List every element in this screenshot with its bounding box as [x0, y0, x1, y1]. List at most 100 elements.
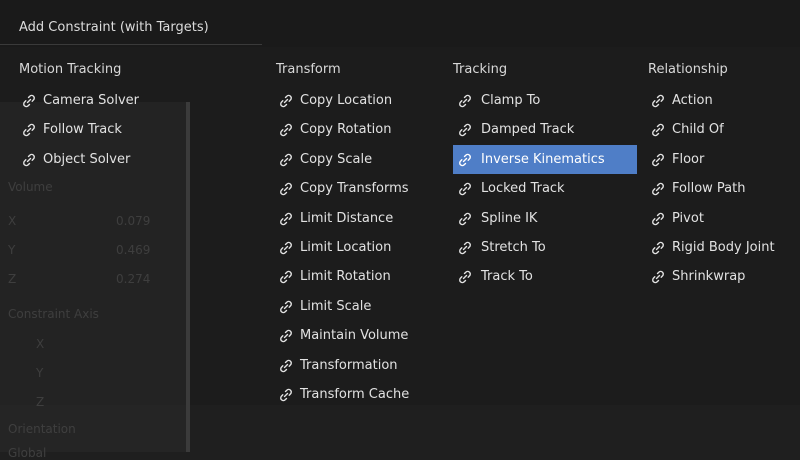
menu-item-label: Transform Cache	[300, 386, 410, 402]
bg-label: Global	[8, 446, 47, 460]
menu-item-child-of[interactable]: Child Of	[648, 115, 798, 144]
menu-item-copy-scale[interactable]: Copy Scale	[276, 145, 436, 174]
menu-item-label: Limit Scale	[300, 298, 372, 314]
menu-item-limit-location[interactable]: Limit Location	[276, 233, 436, 262]
constraint-link-icon	[280, 212, 292, 225]
menu-item-locked-track[interactable]: Locked Track	[453, 174, 637, 203]
constraint-link-icon	[280, 359, 292, 372]
menu-item-label: Floor	[672, 151, 705, 167]
menu-item-maintain-volume[interactable]: Maintain Volume	[276, 321, 436, 350]
menu-item-limit-rotation[interactable]: Limit Rotation	[276, 262, 436, 291]
column-relationship: Relationship Action Child Of Floor Follo…	[648, 57, 798, 292]
bg-label: 0.079	[116, 214, 151, 228]
menu-title: Add Constraint (with Targets)	[0, 8, 262, 45]
menu-item-copy-rotation[interactable]: Copy Rotation	[276, 115, 436, 144]
constraint-link-icon	[23, 124, 35, 137]
menu-item-object-solver[interactable]: Object Solver	[19, 145, 249, 174]
constraint-link-icon	[280, 388, 292, 402]
column-motion-tracking: Motion Tracking Camera Solver Follow Tra…	[19, 57, 249, 174]
menu-item-camera-solver[interactable]: Camera Solver	[19, 86, 249, 115]
bg-label: X	[8, 214, 17, 228]
constraint-link-icon	[459, 241, 471, 255]
constraint-link-icon	[280, 153, 292, 167]
menu-item-label: Copy Rotation	[300, 122, 392, 138]
menu-header: Add Constraint (with Targets)	[0, 0, 800, 47]
constraint-link-icon	[459, 182, 471, 196]
menu-item-label: Camera Solver	[43, 93, 140, 108]
constraint-link-icon	[280, 329, 292, 343]
menu-item-stretch-to[interactable]: Stretch To	[453, 233, 637, 262]
constraint-link-icon	[652, 153, 664, 167]
menu-item-clamp-to[interactable]: Clamp To	[453, 86, 637, 115]
menu-item-inverse-kinematics[interactable]: Inverse Kinematics	[453, 144, 637, 175]
column-tracking: Tracking Clamp To Damped Track Inverse K…	[453, 57, 637, 292]
menu-item-shrinkwrap[interactable]: Shrinkwrap	[648, 262, 798, 291]
menu-item-label: Track To	[481, 269, 533, 285]
bg-label: Volume	[8, 180, 53, 194]
menu-item-rigid-body-joint[interactable]: Rigid Body Joint	[648, 233, 798, 262]
column-heading: Tracking	[453, 62, 508, 77]
menu-item-label: Limit Location	[300, 239, 392, 255]
menu-item-track-to[interactable]: Track To	[453, 262, 637, 291]
constraint-link-icon	[459, 271, 471, 284]
menu-item-spline-ik[interactable]: Spline IK	[453, 204, 637, 233]
menu-item-label: Follow Path	[672, 181, 746, 197]
column-heading: Motion Tracking	[19, 62, 122, 77]
menu-item-label: Maintain Volume	[300, 328, 409, 344]
constraint-link-icon	[459, 124, 471, 137]
constraint-link-icon	[652, 241, 664, 255]
menu-item-label: Inverse Kinematics	[481, 151, 605, 167]
menu-item-copy-location[interactable]: Copy Location	[276, 86, 436, 115]
menu-item-label: Copy Transforms	[300, 181, 409, 197]
constraint-link-icon	[459, 153, 471, 167]
bg-label: 0.274	[116, 272, 151, 286]
menu-item-label: Copy Scale	[300, 151, 373, 167]
constraint-link-icon	[652, 212, 664, 225]
constraint-link-icon	[459, 212, 471, 225]
constraint-link-icon	[652, 182, 664, 196]
menu-item-label: Action	[672, 93, 713, 108]
menu-item-action[interactable]: Action	[648, 86, 798, 115]
constraint-link-icon	[280, 124, 292, 137]
bg-label: Z	[36, 395, 45, 409]
constraint-link-icon	[280, 94, 292, 108]
bg-label: 0.469	[116, 243, 151, 257]
menu-item-label: Pivot	[672, 210, 704, 226]
menu-item-label: Stretch To	[481, 239, 546, 255]
menu-item-limit-distance[interactable]: Limit Distance	[276, 204, 436, 233]
menu-item-label: Object Solver	[43, 151, 131, 167]
menu-item-follow-path[interactable]: Follow Path	[648, 174, 798, 203]
menu-item-label: Shrinkwrap	[672, 269, 746, 285]
column-heading: Transform	[276, 62, 341, 77]
menu-item-pivot[interactable]: Pivot	[648, 204, 798, 233]
menu-item-label: Rigid Body Joint	[672, 239, 775, 255]
constraint-link-icon	[280, 241, 292, 255]
menu-item-floor[interactable]: Floor	[648, 145, 798, 174]
constraint-link-icon	[652, 124, 664, 137]
constraint-link-icon	[652, 271, 664, 284]
menu-item-transformation[interactable]: Transformation	[276, 351, 436, 380]
constraint-link-icon	[652, 94, 664, 108]
menu-item-label: Clamp To	[481, 93, 541, 108]
bg-label: Y	[36, 366, 44, 380]
constraint-link-icon	[23, 153, 35, 167]
menu-item-follow-track[interactable]: Follow Track	[19, 115, 249, 144]
menu-item-label: Locked Track	[481, 181, 565, 197]
constraint-link-icon	[459, 94, 471, 108]
column-heading: Relationship	[648, 62, 728, 77]
menu-item-damped-track[interactable]: Damped Track	[453, 115, 637, 144]
menu-item-label: Damped Track	[481, 122, 575, 138]
menu-item-label: Limit Distance	[300, 210, 394, 226]
constraint-link-icon	[280, 182, 292, 196]
menu-item-limit-scale[interactable]: Limit Scale	[276, 292, 436, 321]
menu-item-label: Transformation	[300, 357, 398, 373]
menu-item-label: Follow Track	[43, 122, 122, 138]
bg-label: Z	[8, 272, 17, 286]
column-transform: Transform Copy Location Copy Rotation Co…	[276, 57, 436, 409]
bg-label: Y	[8, 243, 16, 257]
menu-item-label: Copy Location	[300, 93, 393, 108]
menu-item-label: Spline IK	[481, 210, 538, 226]
bg-label: Orientation	[8, 422, 76, 436]
constraint-link-icon	[23, 94, 35, 108]
menu-item-copy-transforms[interactable]: Copy Transforms	[276, 174, 436, 203]
